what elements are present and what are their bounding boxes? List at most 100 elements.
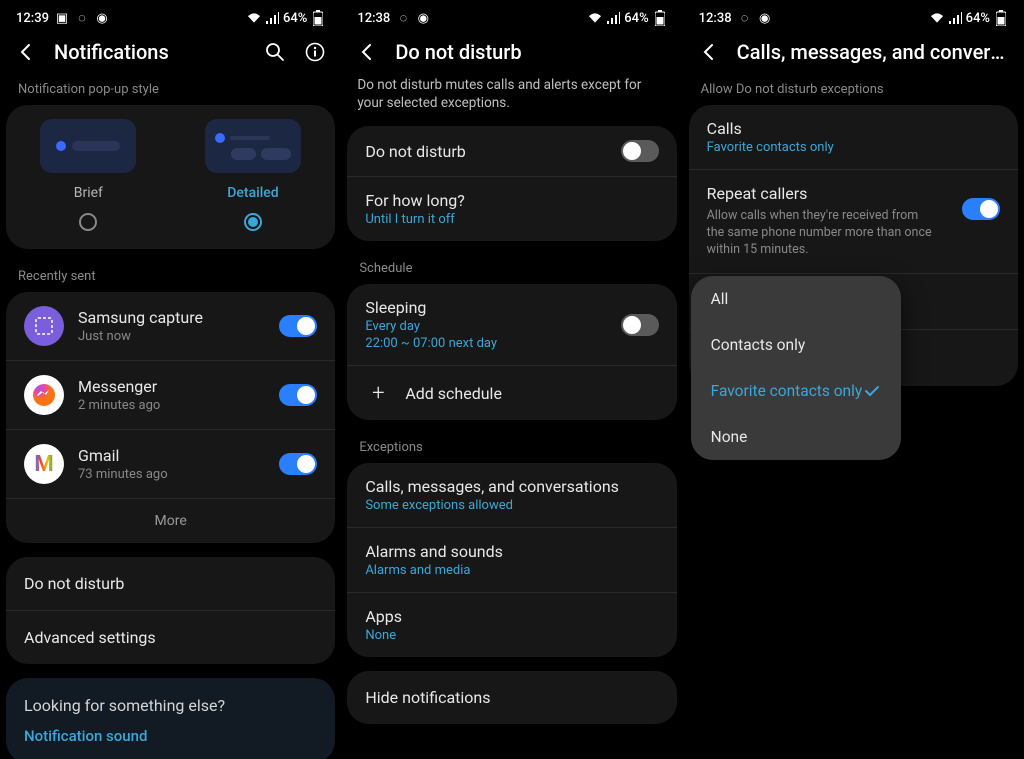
menu-option-all[interactable]: All — [691, 276, 901, 322]
app-toggle[interactable] — [279, 315, 317, 337]
schedule-sleeping-row[interactable]: Sleeping Every day 22:00 ~ 07:00 next da… — [347, 284, 676, 366]
back-button[interactable] — [699, 42, 719, 62]
schedule-name: Sleeping — [365, 298, 606, 317]
app-row-gmail[interactable]: M Gmail 73 minutes ago — [6, 430, 335, 499]
battery-pct: 64% — [283, 11, 307, 26]
status-time: 12:39 — [16, 11, 49, 26]
exception-alarms-row[interactable]: Alarms and sounds Alarms and media — [347, 528, 676, 593]
app-name: Gmail — [78, 446, 265, 465]
repeat-desc: Allow calls when they're received from t… — [707, 208, 937, 259]
repeat-title: Repeat callers — [707, 184, 948, 203]
notification-sound-link[interactable]: Notification sound — [24, 727, 317, 745]
app-name: Messenger — [78, 377, 265, 396]
exception-title: Apps — [365, 607, 658, 626]
samsung-capture-icon — [24, 306, 64, 346]
how-long-row[interactable]: For how long? Until I turn it off — [347, 177, 676, 241]
page-title: Calls, messages, and conversa… — [737, 40, 1008, 64]
schedule-card: Sleeping Every day 22:00 ~ 07:00 next da… — [347, 284, 676, 420]
popup-brief-option[interactable]: Brief — [40, 119, 136, 231]
panel-notifications: 12:39 ▣ ◌ ◉ 64% Notifications Notificati… — [0, 0, 341, 759]
recently-sent-label: Recently sent — [0, 263, 341, 292]
schedule-time: 22:00 ~ 07:00 next day — [365, 336, 606, 351]
app-toggle[interactable] — [279, 453, 317, 475]
battery-icon — [311, 11, 325, 25]
how-long-title: For how long? — [365, 191, 658, 210]
signal-icon — [606, 11, 620, 25]
calls-sub: Favorite contacts only — [707, 140, 1000, 155]
calls-title: Calls — [707, 119, 1000, 138]
repeat-toggle[interactable] — [962, 198, 1000, 220]
wifi-icon — [930, 11, 944, 25]
exception-title: Calls, messages, and conversations — [365, 477, 658, 496]
gallery-icon: ▣ — [55, 11, 69, 25]
exception-apps-row[interactable]: Apps None — [347, 593, 676, 657]
exception-calls-row[interactable]: Calls, messages, and conversations Some … — [347, 463, 676, 528]
menu-option-none[interactable]: None — [691, 414, 901, 460]
recent-apps-card: Samsung capture Just now Messenger 2 min… — [6, 292, 335, 543]
header: Calls, messages, and conversa… — [683, 30, 1024, 76]
schedule-label: Schedule — [341, 255, 682, 284]
more-button[interactable]: More — [6, 499, 335, 543]
status-bar: 12:39 ▣ ◌ ◉ 64% — [0, 0, 341, 30]
header: Do not disturb — [341, 30, 682, 76]
search-icon[interactable] — [265, 42, 285, 62]
messenger-icon — [24, 375, 64, 415]
popup-detailed-option[interactable]: Detailed — [205, 119, 301, 231]
back-button[interactable] — [16, 42, 36, 62]
app-toggle[interactable] — [279, 384, 317, 406]
dnd-toggle-label: Do not disturb — [365, 142, 606, 161]
menu-option-favorite[interactable]: Favorite contacts only — [691, 368, 901, 414]
calls-row[interactable]: Calls Favorite contacts only — [689, 105, 1018, 170]
app-time: 73 minutes ago — [78, 467, 265, 482]
brief-label: Brief — [74, 185, 103, 201]
messenger-status-icon: ◉ — [95, 11, 109, 25]
detailed-preview — [205, 119, 301, 173]
repeat-callers-row[interactable]: Repeat callers Allow calls when they're … — [689, 170, 1018, 274]
panel-calls: 12:38 ◌ ◉ 64% Calls, messages, and conve… — [683, 0, 1024, 759]
app-row-messenger[interactable]: Messenger 2 minutes ago — [6, 361, 335, 430]
info-icon[interactable] — [305, 42, 325, 62]
exceptions-label: Exceptions — [341, 434, 682, 463]
menu-option-contacts[interactable]: Contacts only — [691, 322, 901, 368]
hide-notifications-card: Hide notifications — [347, 671, 676, 724]
page-title: Do not disturb — [395, 40, 666, 64]
schedule-days: Every day — [365, 319, 606, 334]
status-time: 12:38 — [699, 11, 732, 26]
advanced-settings-link[interactable]: Advanced settings — [6, 611, 335, 664]
signal-icon — [265, 11, 279, 25]
brief-preview — [40, 119, 136, 173]
signal-icon — [948, 11, 962, 25]
status-bar: 12:38 ◌ ◉ 64% — [341, 0, 682, 30]
app-row-samsung-capture[interactable]: Samsung capture Just now — [6, 292, 335, 361]
app-time: Just now — [78, 329, 265, 344]
detailed-radio[interactable] — [244, 213, 262, 231]
dnd-toggle-row[interactable]: Do not disturb — [347, 126, 676, 177]
add-schedule-button[interactable]: + Add schedule — [347, 366, 676, 420]
dnd-toggle[interactable] — [621, 140, 659, 162]
suggestion-card: Looking for something else? Notification… — [6, 678, 335, 759]
dnd-link[interactable]: Do not disturb — [6, 557, 335, 611]
schedule-toggle[interactable] — [621, 314, 659, 336]
battery-icon — [994, 11, 1008, 25]
hide-notifications-row[interactable]: Hide notifications — [347, 671, 676, 724]
wifi-icon — [247, 11, 261, 25]
plus-icon: + — [367, 382, 389, 404]
app-name: Samsung capture — [78, 308, 265, 327]
messenger-status-icon: ◉ — [758, 11, 772, 25]
dnd-description: Do not disturb mutes calls and alerts ex… — [341, 76, 682, 126]
brief-radio[interactable] — [79, 213, 97, 231]
exceptions-card: Calls, messages, and conversations Some … — [347, 463, 676, 657]
suggestion-question: Looking for something else? — [24, 696, 317, 715]
exception-sub: Some exceptions allowed — [365, 498, 658, 513]
back-button[interactable] — [357, 42, 377, 62]
settings-card: Do not disturb Advanced settings — [6, 557, 335, 664]
exceptions-allow-label: Allow Do not disturb exceptions — [683, 76, 1024, 105]
chat-bubble-icon: ◌ — [738, 11, 752, 25]
popup-style-card: Brief Detailed — [6, 105, 335, 249]
exception-sub: Alarms and media — [365, 563, 658, 578]
exception-sub: None — [365, 628, 658, 643]
gmail-icon: M — [24, 444, 64, 484]
battery-pct: 64% — [624, 11, 648, 26]
chat-bubble-icon: ◌ — [75, 11, 89, 25]
battery-icon — [653, 11, 667, 25]
